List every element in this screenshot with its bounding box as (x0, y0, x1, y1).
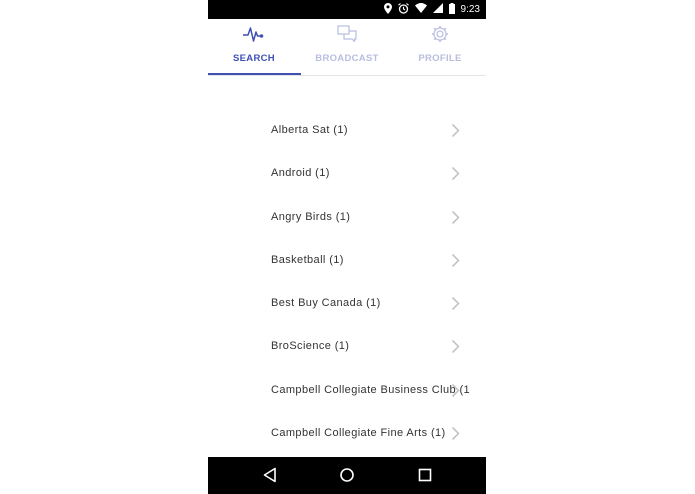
list-item-label: Android (1) (271, 167, 330, 180)
list-item-label: BroScience (1) (271, 340, 350, 353)
tab-broadcast-label: BROADCAST (315, 53, 379, 64)
list-item-label: Alberta Sat (1) (271, 124, 348, 136)
list-item[interactable]: Basketball (1) (208, 239, 486, 282)
phone-screen: 9:23 SEARCH BROADCAST PROFILE Alberta Sa… (208, 0, 486, 494)
tab-bar: SEARCH BROADCAST PROFILE (208, 19, 486, 76)
recents-icon[interactable] (417, 466, 433, 488)
back-icon[interactable] (262, 466, 278, 488)
list-item[interactable]: Android (1) (208, 152, 486, 195)
list-item-label: Campbell Collegiate Business Club (1 (271, 383, 471, 396)
chevron-right-icon (451, 383, 460, 402)
interest-list: Alberta Sat (1) Android (1) Angry Birds … (208, 109, 486, 455)
list-item[interactable]: Best Buy Canada (1) (208, 282, 486, 325)
chevron-right-icon (451, 296, 460, 315)
tab-broadcast[interactable]: BROADCAST (301, 19, 393, 75)
list-item[interactable]: Angry Birds (1) (208, 196, 486, 239)
chevron-right-icon (451, 210, 460, 229)
chevron-right-icon (451, 426, 460, 445)
list-item-label: Basketball (1) (271, 253, 344, 266)
alarm-icon (397, 2, 409, 17)
list-item[interactable]: Alberta Sat (1) (208, 109, 486, 152)
tab-search[interactable]: SEARCH (208, 19, 300, 75)
battery-icon (448, 2, 455, 17)
tab-profile-label: PROFILE (418, 53, 462, 64)
clock-time: 9:23 (460, 4, 480, 15)
chat-icon (337, 24, 357, 48)
list-item-label: Campbell Collegiate Fine Arts (1) (271, 427, 446, 440)
home-icon[interactable] (339, 466, 355, 488)
list-item-label: Angry Birds (1) (271, 210, 351, 223)
list-item[interactable]: Campbell Collegiate Fine Arts (1) (208, 412, 486, 455)
wifi-icon (414, 3, 427, 16)
list-item-label: Best Buy Canada (1) (271, 297, 381, 310)
signal-icon (432, 3, 443, 16)
tab-search-label: SEARCH (233, 53, 275, 64)
chevron-right-icon (451, 166, 460, 185)
chevron-right-icon (451, 253, 460, 272)
location-icon (383, 2, 392, 17)
pulse-icon (243, 24, 265, 48)
gear-icon (430, 24, 450, 48)
status-bar: 9:23 (208, 0, 486, 19)
chevron-right-icon (451, 123, 460, 142)
chevron-right-icon (451, 339, 460, 358)
list-item[interactable]: BroScience (1) (208, 325, 486, 368)
tab-profile[interactable]: PROFILE (394, 19, 486, 75)
navigation-bar (208, 457, 486, 494)
tab-indicator (208, 73, 301, 75)
list-item[interactable]: Campbell Collegiate Business Club (1 (208, 369, 486, 412)
